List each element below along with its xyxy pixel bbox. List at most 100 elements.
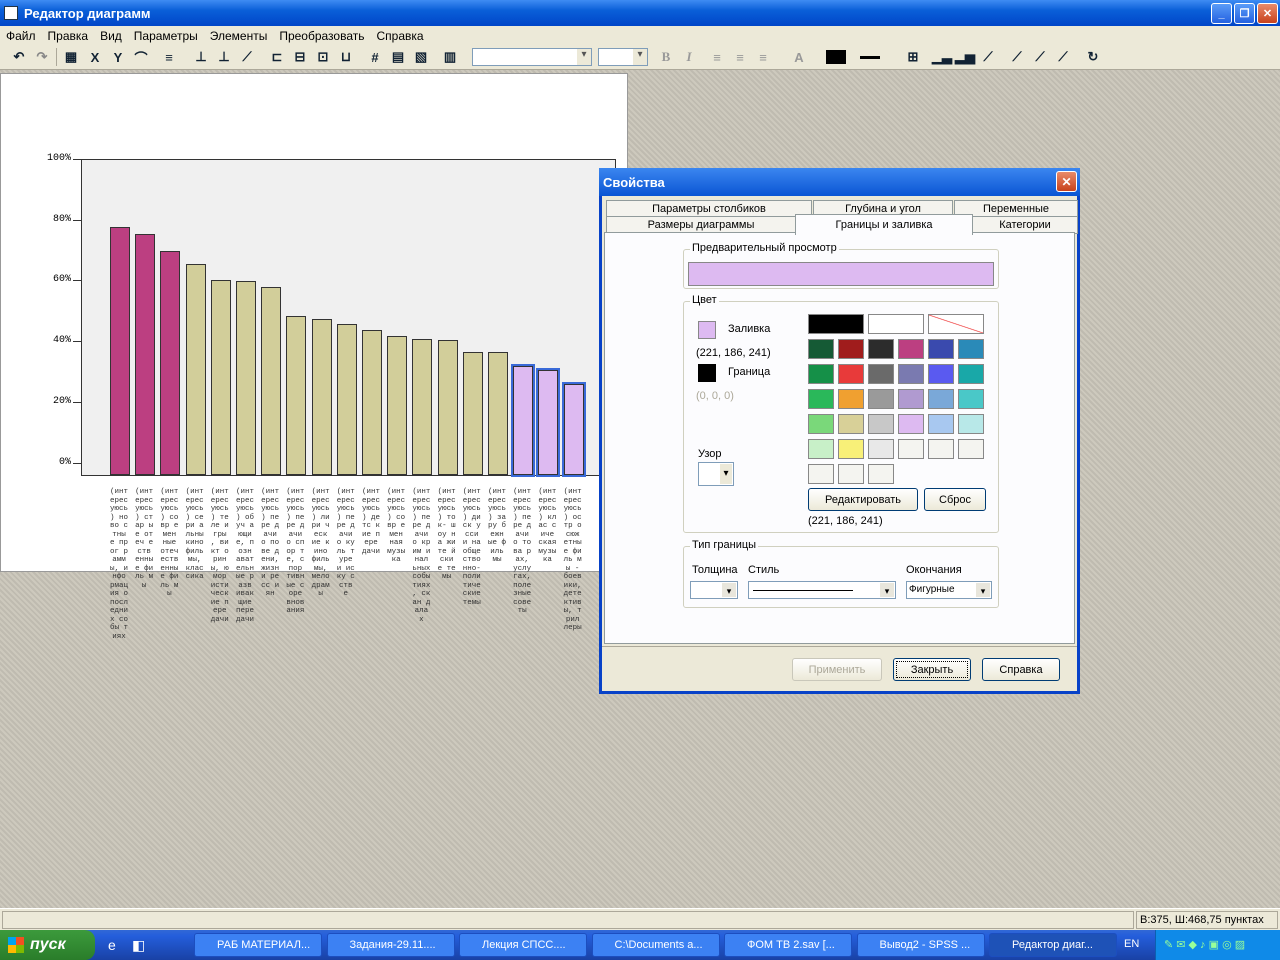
reset-button[interactable]: Сброс xyxy=(924,488,986,511)
tab-borders-fill[interactable]: Границы и заливка xyxy=(795,214,973,235)
axis-icon[interactable]: ⊥ xyxy=(192,48,210,66)
bar[interactable] xyxy=(437,340,458,475)
palette-swatch[interactable] xyxy=(958,364,984,384)
title-icon[interactable]: ≡ xyxy=(160,48,178,66)
bar[interactable] xyxy=(362,329,382,475)
font-select[interactable] xyxy=(472,48,592,66)
palette-swatch[interactable] xyxy=(868,339,894,359)
plot-area[interactable] xyxy=(81,159,616,476)
palette-swatch[interactable] xyxy=(898,414,924,434)
palette-swatch[interactable] xyxy=(808,314,864,334)
palette-swatch[interactable] xyxy=(838,339,864,359)
grid-icon[interactable]: # xyxy=(366,48,384,66)
table-icon[interactable]: ⊞ xyxy=(904,48,922,66)
bar-chart2-icon[interactable]: ▂▅ xyxy=(955,48,975,66)
chart-properties-icon[interactable]: ▦ xyxy=(62,48,80,66)
desktop-icon[interactable]: ◧ xyxy=(132,937,145,954)
bar[interactable] xyxy=(160,250,181,475)
align-bars-icon[interactable]: ▥ xyxy=(441,48,459,66)
border-swatch[interactable] xyxy=(698,364,716,382)
bar[interactable] xyxy=(538,370,559,475)
undo-icon[interactable]: ↶ xyxy=(10,48,28,66)
menu-item-5[interactable]: Преобразовать xyxy=(273,29,370,43)
palette-swatch[interactable] xyxy=(868,389,894,409)
menu-item-2[interactable]: Вид xyxy=(94,29,128,43)
font-size-select[interactable] xyxy=(598,48,648,66)
close-dialog-button[interactable]: Закрыть xyxy=(893,658,971,681)
taskbar-item[interactable]: Лекция СПСС.... xyxy=(459,933,587,957)
bar-chart-icon[interactable]: ▁▃ xyxy=(932,48,952,66)
bar[interactable] xyxy=(311,318,332,475)
labels-icon[interactable]: ▤ xyxy=(389,48,407,66)
help-button[interactable]: Справка xyxy=(982,658,1060,681)
palette-swatch[interactable] xyxy=(958,339,984,359)
area-chart-icon[interactable]: ⟋ xyxy=(1008,48,1026,66)
palette-swatch[interactable] xyxy=(898,339,924,359)
palette-swatch[interactable] xyxy=(808,414,834,434)
fit-line-icon[interactable]: ⟋ xyxy=(1054,48,1072,66)
annotation-icon[interactable]: ⊟ xyxy=(291,48,309,66)
lasso-icon[interactable]: ⌒ xyxy=(132,48,150,66)
taskbar-item[interactable]: ФОМ ТВ 2.sav [... xyxy=(724,933,852,957)
scatter-chart-icon[interactable]: ⟋ xyxy=(1031,48,1049,66)
insert-image-icon[interactable]: ⊡ xyxy=(314,48,332,66)
bar[interactable] xyxy=(135,234,156,475)
bar[interactable] xyxy=(236,281,256,475)
bar[interactable] xyxy=(336,323,357,475)
palette-swatch[interactable] xyxy=(928,364,954,384)
menu-item-6[interactable]: Справка xyxy=(371,29,430,43)
bar[interactable] xyxy=(387,335,408,475)
menu-item-4[interactable]: Элементы xyxy=(204,29,274,43)
menu-item-0[interactable]: Файл xyxy=(0,29,42,43)
menu-item-1[interactable]: Правка xyxy=(42,29,95,43)
palette-swatch[interactable] xyxy=(868,464,894,484)
ab-icon[interactable]: ▧ xyxy=(412,48,430,66)
palette-swatch[interactable] xyxy=(898,439,924,459)
palette-swatch[interactable] xyxy=(868,439,894,459)
taskbar-item[interactable]: Редактор диаг... xyxy=(989,933,1117,957)
thickness-select[interactable] xyxy=(690,581,738,599)
start-button[interactable]: пуск xyxy=(0,930,95,960)
redo-icon[interactable]: ↷ xyxy=(33,48,51,66)
palette-swatch[interactable] xyxy=(928,389,954,409)
palette-swatch[interactable] xyxy=(838,389,864,409)
bar[interactable] xyxy=(261,287,282,475)
chart-canvas[interactable]: 100% 80% 60% 40% 20% 0% (инт ерес уюсь ) ново… xyxy=(0,73,628,641)
dialog-close-icon[interactable]: ✕ xyxy=(1056,171,1077,192)
italic-icon[interactable]: I xyxy=(680,48,698,66)
bar[interactable] xyxy=(563,384,584,475)
palette-swatch[interactable] xyxy=(838,439,864,459)
maximize-button[interactable]: ❐ xyxy=(1234,3,1255,24)
pattern-select[interactable]: ▾ xyxy=(698,462,734,486)
palette-swatch[interactable] xyxy=(958,389,984,409)
fill-swatch[interactable] xyxy=(698,321,716,339)
palette-swatch[interactable] xyxy=(928,439,954,459)
palette-swatch[interactable] xyxy=(928,339,954,359)
style-select[interactable] xyxy=(748,581,896,599)
taskbar-item[interactable]: РАБ МАТЕРИАЛ... xyxy=(194,933,322,957)
palette-swatch[interactable] xyxy=(868,314,924,334)
palette-swatch[interactable] xyxy=(808,364,834,384)
palette-swatch[interactable] xyxy=(838,414,864,434)
palette-swatch[interactable] xyxy=(958,439,984,459)
bar[interactable] xyxy=(185,264,206,475)
palette-swatch[interactable] xyxy=(808,339,834,359)
palette-swatch[interactable] xyxy=(808,389,834,409)
palette-swatch[interactable] xyxy=(808,464,834,484)
taskbar-item[interactable]: Задания-29.11.... xyxy=(326,933,455,957)
taskbar-item[interactable]: C:\Documents a... xyxy=(591,933,720,957)
axis-ticks-icon[interactable]: ⊥ xyxy=(215,48,233,66)
palette-swatch[interactable] xyxy=(928,314,984,334)
palette-swatch[interactable] xyxy=(898,364,924,384)
apply-button[interactable]: Применить xyxy=(792,658,882,681)
minimize-button[interactable]: _ xyxy=(1211,3,1232,24)
align-center-icon[interactable]: ≡ xyxy=(731,48,749,66)
menu-item-3[interactable]: Параметры xyxy=(128,29,204,43)
text-color-icon[interactable]: A xyxy=(790,48,808,66)
palette-swatch[interactable] xyxy=(838,464,864,484)
edit-button[interactable]: Редактировать xyxy=(808,488,918,511)
textbox-icon[interactable]: ⊏ xyxy=(268,48,286,66)
palette-swatch[interactable] xyxy=(898,389,924,409)
fill-color-swatch[interactable] xyxy=(826,50,846,64)
ie-icon[interactable]: e xyxy=(108,937,116,953)
